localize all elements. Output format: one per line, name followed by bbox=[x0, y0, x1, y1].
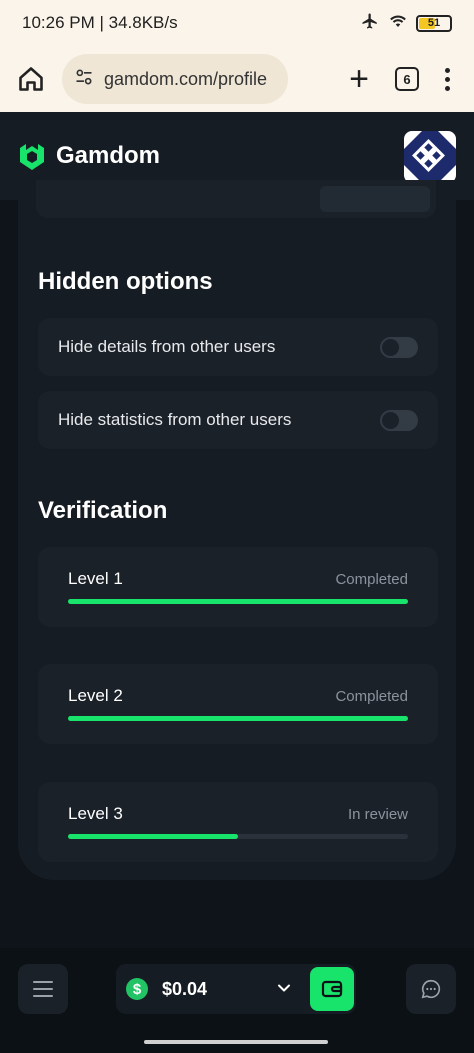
wallet-selector[interactable]: $ $0.04 bbox=[116, 964, 356, 1014]
wallet-icon bbox=[321, 980, 343, 998]
status-time: 10:26 PM | 34.8KB/s bbox=[22, 13, 178, 32]
site-logo[interactable]: Gamdom bbox=[18, 140, 160, 172]
menu-icon bbox=[33, 981, 53, 997]
previous-section-card bbox=[36, 180, 436, 218]
hide-statistics-toggle[interactable] bbox=[380, 409, 418, 431]
level-name: Level 3 bbox=[68, 804, 123, 823]
verification-level-2[interactable]: Level 2 Completed bbox=[38, 664, 438, 744]
status-bar: 10:26 PM | 34.8KB/s 51 bbox=[0, 0, 474, 46]
hide-statistics-label: Hide statistics from other users bbox=[58, 410, 292, 429]
level-progress-track bbox=[68, 599, 408, 604]
level-progress-bar bbox=[68, 716, 408, 721]
level-progress-track bbox=[68, 716, 408, 721]
level-name: Level 2 bbox=[68, 686, 123, 705]
hide-details-toggle[interactable] bbox=[380, 336, 418, 358]
verification-level-1[interactable]: Level 1 Completed bbox=[38, 547, 438, 627]
balance-value: $0.04 bbox=[162, 978, 208, 999]
status-icons: 51 bbox=[360, 12, 452, 35]
previous-section-control[interactable] bbox=[320, 186, 430, 212]
level-status: Completed bbox=[335, 570, 408, 588]
hide-details-row[interactable]: Hide details from other users bbox=[38, 318, 438, 376]
tune-icon[interactable] bbox=[74, 67, 94, 92]
plus-icon[interactable]: + bbox=[349, 62, 369, 96]
wifi-icon bbox=[388, 12, 408, 35]
hidden-options-title: Hidden options bbox=[38, 268, 213, 295]
battery-icon: 51 bbox=[416, 14, 452, 32]
level-progress-bar bbox=[68, 834, 238, 839]
verification-title: Verification bbox=[38, 497, 168, 524]
menu-button[interactable] bbox=[18, 964, 68, 1014]
tab-switcher-button[interactable]: 6 bbox=[395, 67, 419, 91]
level-status: Completed bbox=[335, 687, 408, 705]
gamdom-logo-icon bbox=[20, 144, 44, 170]
level-status: In review bbox=[347, 805, 408, 823]
level-progress-track bbox=[68, 834, 408, 839]
browser-actions: + 6 bbox=[349, 62, 460, 96]
avatar[interactable] bbox=[404, 131, 456, 183]
url-text: gamdom.com/profile bbox=[104, 68, 268, 89]
home-button[interactable] bbox=[14, 62, 48, 96]
wallet-button[interactable] bbox=[310, 967, 354, 1011]
level-progress-bar bbox=[68, 599, 408, 604]
verification-level-3[interactable]: Level 3 In review bbox=[38, 782, 438, 862]
logo-text: Gamdom bbox=[56, 142, 161, 169]
chat-icon bbox=[421, 979, 441, 999]
chat-button[interactable] bbox=[406, 964, 456, 1014]
hide-statistics-row[interactable]: Hide statistics from other users bbox=[38, 391, 438, 449]
airplane-icon bbox=[360, 12, 380, 35]
hide-details-label: Hide details from other users bbox=[58, 337, 276, 356]
chevron-down-icon[interactable] bbox=[274, 978, 294, 1003]
home-icon bbox=[19, 67, 43, 91]
tab-count: 6 bbox=[403, 71, 411, 87]
kebab-icon[interactable] bbox=[445, 67, 450, 91]
browser-toolbar: gamdom.com/profile + 6 bbox=[0, 46, 474, 112]
address-bar[interactable]: gamdom.com/profile bbox=[62, 54, 288, 104]
bottom-bar: $ $0.04 bbox=[0, 948, 474, 1053]
currency-icon: $ bbox=[126, 978, 148, 1000]
level-name: Level 1 bbox=[68, 569, 123, 588]
home-indicator bbox=[144, 1040, 328, 1044]
battery-level: 51 bbox=[427, 17, 441, 29]
